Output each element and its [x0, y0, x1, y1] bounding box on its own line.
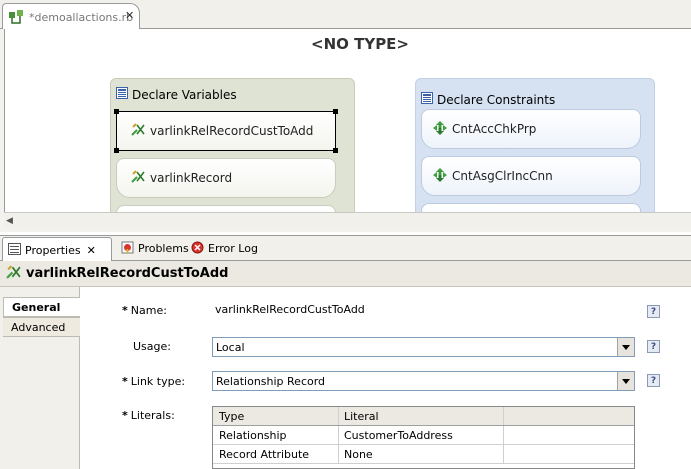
declare-constraints-group[interactable]: Declare Constraints CntAccChkPrp CntAsgC…: [415, 78, 655, 212]
column-separator: [503, 445, 504, 463]
group-title: Declare Constraints: [437, 92, 556, 107]
literals-label-text: Literals:: [130, 409, 175, 422]
constraint-node[interactable]: CntAccChkPrp: [421, 109, 641, 149]
horizontal-scrollbar[interactable]: ◀: [4, 212, 691, 229]
properties-side-tabs: General Advanced: [0, 287, 80, 469]
properties-title-bar: varlinkRelRecordCustToAdd: [0, 261, 691, 287]
variable-x-icon: [6, 264, 22, 283]
help-icon[interactable]: ?: [647, 305, 660, 318]
link-type-label-text: Link type:: [130, 375, 186, 388]
column-separator: [503, 426, 504, 444]
constraint-arrows-icon: [432, 120, 448, 139]
declare-variables-group[interactable]: Declare Variables varlinkRelRecordCustTo…: [110, 78, 355, 212]
column-separator: [503, 407, 504, 425]
tab-label: Error Log: [208, 242, 258, 255]
resize-handle[interactable]: [333, 109, 338, 114]
declare-constraints-header: Declare Constraints: [421, 92, 555, 107]
view-tab-bar: Properties ✕ Problems Error Log: [0, 235, 691, 262]
resize-handle[interactable]: [114, 148, 119, 153]
properties-view: varlinkRelRecordCustToAdd General Advanc…: [0, 261, 691, 469]
table-cell: Record Attribute: [219, 448, 310, 461]
tab-general[interactable]: General: [3, 297, 80, 317]
declare-block-icon: [421, 92, 433, 107]
tab-error-log[interactable]: Error Log: [186, 236, 260, 261]
help-icon[interactable]: ?: [647, 374, 660, 387]
table-cell: CustomerToAddress: [344, 429, 453, 442]
diagram-canvas[interactable]: <NO TYPE> Declare Variables varlinkRelRe…: [4, 29, 691, 212]
constraint-node[interactable]: [421, 203, 641, 212]
declare-variables-header: Declare Variables: [116, 87, 237, 102]
tab-label: Problems: [138, 242, 189, 255]
name-label-text: Name:: [130, 304, 167, 317]
editor-tab-demoallactions[interactable]: *demoallactions.rb ✕: [2, 3, 140, 29]
error-log-icon: [191, 241, 204, 257]
column-separator: [338, 407, 339, 425]
column-separator: [338, 426, 339, 444]
canvas-title: <NO TYPE>: [311, 35, 409, 53]
variable-node[interactable]: [116, 205, 336, 212]
tab-label: Properties: [25, 243, 81, 257]
column-header-literal[interactable]: Literal: [344, 410, 379, 423]
literals-label: * Literals:: [122, 409, 175, 422]
close-icon[interactable]: ✕: [125, 9, 134, 22]
variable-x-icon: [131, 169, 146, 187]
ruleset-file-icon: [8, 9, 24, 28]
group-title: Declare Variables: [132, 87, 237, 102]
column-header-type[interactable]: Type: [219, 410, 244, 423]
column-separator: [338, 445, 339, 463]
diagram-editor: *demoallactions.rb ✕ <NO TYPE> Declare V…: [0, 0, 691, 232]
table-cell: None: [344, 448, 373, 461]
table-row[interactable]: Record Attribute None: [213, 445, 634, 464]
usage-label: Usage:: [133, 340, 171, 353]
properties-title: varlinkRelRecordCustToAdd: [26, 266, 229, 281]
resize-handle[interactable]: [114, 109, 119, 114]
table-cell: Relationship: [219, 429, 287, 442]
constraint-arrows-icon: [432, 167, 448, 186]
problems-icon: [121, 241, 134, 257]
declare-block-icon: [116, 87, 128, 102]
properties-icon: [8, 242, 21, 258]
close-icon[interactable]: ✕: [87, 244, 96, 257]
variable-x-icon: [131, 122, 146, 140]
table-header-row: Type Literal: [213, 407, 634, 426]
variable-node-label: varlinkRelRecordCustToAdd: [150, 124, 314, 138]
editor-tab-label: *demoallactions.rb: [29, 11, 134, 24]
tab-problems[interactable]: Problems: [116, 236, 189, 261]
name-value: varlinkRelRecordCustToAdd: [215, 303, 365, 316]
chevron-down-icon[interactable]: [617, 372, 634, 390]
link-type-label: * Link type:: [122, 375, 185, 388]
help-icon[interactable]: ?: [647, 340, 660, 353]
name-label: * Name:: [122, 304, 167, 317]
required-marker: *: [122, 375, 128, 388]
table-row[interactable]: Relationship CustomerToAddress: [213, 426, 634, 445]
link-type-selected-value: Relationship Record: [216, 375, 326, 388]
chevron-down-icon[interactable]: [617, 338, 634, 356]
tab-properties[interactable]: Properties ✕: [2, 237, 112, 262]
editor-tab-bar: *demoallactions.rb ✕: [0, 0, 691, 29]
constraint-node-label: CntAccChkPrp: [452, 122, 537, 136]
usage-select[interactable]: Local: [212, 337, 635, 357]
constraint-node[interactable]: CntAsgClrIncCnn: [421, 156, 641, 196]
variable-node[interactable]: varlinkRecord: [116, 158, 336, 198]
link-type-select[interactable]: Relationship Record: [212, 371, 635, 391]
required-marker: *: [122, 304, 128, 317]
literals-table[interactable]: Type Literal Relationship CustomerToAddr…: [212, 406, 635, 469]
tab-advanced[interactable]: Advanced: [3, 317, 80, 337]
variable-node[interactable]: varlinkRelRecordCustToAdd: [114, 109, 338, 153]
scroll-left-arrow-icon[interactable]: ◀: [6, 216, 13, 226]
variable-node-label: varlinkRecord: [150, 171, 233, 185]
required-marker: *: [122, 409, 128, 422]
usage-selected-value: Local: [216, 341, 245, 354]
resize-handle[interactable]: [333, 148, 338, 153]
constraint-node-label: CntAsgClrIncCnn: [452, 169, 553, 183]
